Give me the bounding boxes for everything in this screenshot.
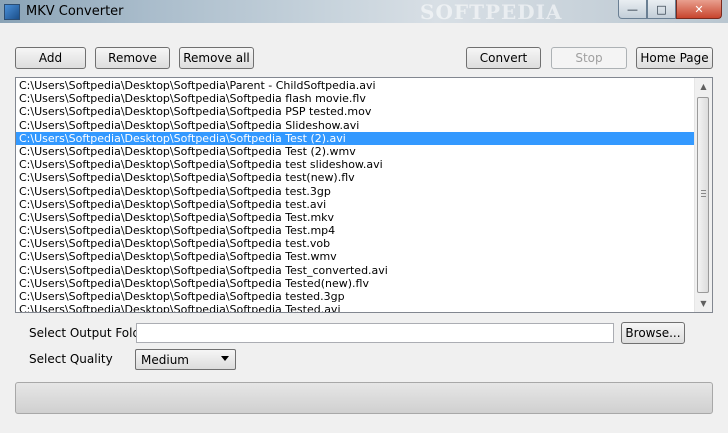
close-icon: ✕: [694, 2, 704, 16]
stop-button[interactable]: Stop: [551, 47, 627, 69]
window-title: MKV Converter: [26, 4, 124, 19]
list-item[interactable]: C:\Users\Softpedia\Desktop\Softpedia\Sof…: [16, 303, 695, 312]
scroll-up-icon[interactable]: ▲: [695, 78, 712, 95]
list-item[interactable]: C:\Users\Softpedia\Desktop\Softpedia\Sof…: [16, 290, 695, 303]
grip-line: [701, 193, 706, 194]
app-window: MKV Converter SOFTPEDIA — □ ✕ Add Remove…: [0, 0, 728, 433]
list-item[interactable]: C:\Users\Softpedia\Desktop\Softpedia\Sof…: [16, 264, 695, 277]
list-item[interactable]: C:\Users\Softpedia\Desktop\Softpedia\Sof…: [16, 171, 695, 184]
vertical-scrollbar[interactable]: ▲ ▼: [694, 78, 712, 312]
list-item[interactable]: C:\Users\Softpedia\Desktop\Softpedia\Sof…: [16, 119, 695, 132]
progress-bar: [15, 382, 713, 414]
home-page-button[interactable]: Home Page: [636, 47, 713, 69]
list-item[interactable]: C:\Users\Softpedia\Desktop\Softpedia\Sof…: [16, 105, 695, 118]
quality-select[interactable]: Medium: [135, 349, 236, 370]
list-item[interactable]: C:\Users\Softpedia\Desktop\Softpedia\Sof…: [16, 224, 695, 237]
output-folder-label: Select Output Folder: [29, 326, 153, 340]
quality-label: Select Quality: [29, 352, 113, 366]
app-icon: [4, 4, 20, 20]
file-list-items: C:\Users\Softpedia\Desktop\Softpedia\Par…: [16, 79, 695, 312]
grip-line: [701, 196, 706, 197]
list-item[interactable]: C:\Users\Softpedia\Desktop\Softpedia\Sof…: [16, 185, 695, 198]
minimize-icon: —: [627, 2, 638, 16]
title-bar[interactable]: MKV Converter SOFTPEDIA — □ ✕: [0, 0, 728, 24]
list-item[interactable]: C:\Users\Softpedia\Desktop\Softpedia\Sof…: [16, 198, 695, 211]
maximize-icon: □: [656, 2, 667, 16]
list-item[interactable]: C:\Users\Softpedia\Desktop\Softpedia\Par…: [16, 79, 695, 92]
list-item[interactable]: C:\Users\Softpedia\Desktop\Softpedia\Sof…: [16, 145, 695, 158]
quality-selected-value: Medium: [141, 352, 189, 367]
add-button[interactable]: Add: [15, 47, 86, 69]
output-folder-input[interactable]: [136, 323, 614, 343]
watermark: SOFTPEDIA: [420, 0, 563, 24]
remove-all-button[interactable]: Remove all: [179, 47, 254, 69]
list-item[interactable]: C:\Users\Softpedia\Desktop\Softpedia\Sof…: [16, 277, 695, 290]
chevron-down-icon: [221, 356, 229, 361]
browse-button[interactable]: Browse...: [621, 322, 685, 344]
file-list[interactable]: C:\Users\Softpedia\Desktop\Softpedia\Par…: [15, 77, 713, 313]
list-item[interactable]: C:\Users\Softpedia\Desktop\Softpedia\Sof…: [16, 250, 695, 263]
close-button[interactable]: ✕: [676, 0, 722, 19]
list-item[interactable]: C:\Users\Softpedia\Desktop\Softpedia\Sof…: [16, 131, 695, 145]
convert-button[interactable]: Convert: [466, 47, 541, 69]
maximize-button[interactable]: □: [647, 0, 676, 19]
scroll-thumb[interactable]: [697, 97, 709, 293]
minimize-button[interactable]: —: [618, 0, 647, 19]
list-item[interactable]: C:\Users\Softpedia\Desktop\Softpedia\Sof…: [16, 237, 695, 250]
list-item[interactable]: C:\Users\Softpedia\Desktop\Softpedia\Sof…: [16, 211, 695, 224]
window-controls: — □ ✕: [618, 0, 722, 19]
grip-line: [701, 190, 706, 191]
list-item[interactable]: C:\Users\Softpedia\Desktop\Softpedia\Sof…: [16, 158, 695, 171]
scroll-down-icon[interactable]: ▼: [695, 295, 712, 312]
remove-button[interactable]: Remove: [95, 47, 170, 69]
list-item[interactable]: C:\Users\Softpedia\Desktop\Softpedia\Sof…: [16, 92, 695, 105]
